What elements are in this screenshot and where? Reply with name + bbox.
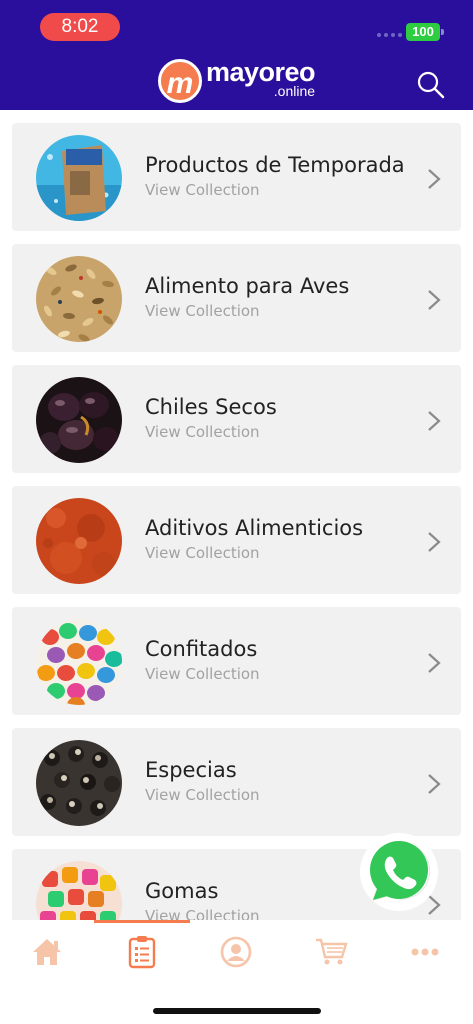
candy-coated-chocolates-image [36,619,122,705]
collection-title: Gomas [145,879,219,903]
chevron-right-icon [428,290,441,310]
collection-title: Aditivos Alimenticios [145,516,364,540]
tab-collections[interactable] [122,934,162,970]
view-collection-link[interactable]: View Collection [145,544,260,562]
logo-mark: m [158,59,202,103]
collection-title: Alimento para Aves [145,274,350,298]
gummy-candies-image [36,861,122,920]
collection-card-confitados[interactable]: Confitados View Collection [12,607,461,715]
collection-title: Chiles Secos [145,395,277,419]
collection-list[interactable]: Productos de Temporada View Collection A… [0,110,473,920]
collection-title: Productos de Temporada [145,153,405,177]
view-collection-link[interactable]: View Collection [145,665,260,683]
brand-logo[interactable]: m mayoreo .online [158,57,316,104]
chevron-right-icon [428,653,441,673]
collection-card-aditivos-alimenticios[interactable]: Aditivos Alimenticios View Collection [12,486,461,594]
logo-word: mayoreo [206,57,316,87]
seasonal-product-image [36,135,122,221]
view-collection-link[interactable]: View Collection [145,181,260,199]
spices-image [36,740,122,826]
home-icon [33,939,61,965]
collection-card-productos-de-temporada[interactable]: Productos de Temporada View Collection [12,123,461,231]
tab-cart[interactable] [311,934,351,970]
dried-chiles-image [36,377,122,463]
app-header: 8:02 100 m mayoreo .online [0,0,473,110]
search-icon[interactable] [416,70,446,100]
collection-card-chiles-secos[interactable]: Chiles Secos View Collection [12,365,461,473]
chevron-right-icon [428,411,441,431]
tab-more[interactable] [405,934,445,970]
user-icon [220,936,252,968]
tab-account[interactable] [216,934,256,970]
clipboard-list-icon [128,936,156,969]
chevron-right-icon [428,532,441,552]
view-collection-link[interactable]: View Collection [145,423,260,441]
more-dots-icon [411,948,439,956]
bird-seed-image [36,256,122,342]
tab-home[interactable] [27,934,67,970]
view-collection-link[interactable]: View Collection [145,302,260,320]
collection-title: Confitados [145,637,258,661]
collection-card-especias[interactable]: Especias View Collection [12,728,461,836]
battery-icon: 100 [406,23,444,41]
view-collection-link[interactable]: View Collection [145,786,260,804]
chevron-right-icon [428,774,441,794]
active-tab-indicator [94,920,190,923]
status-time: 8:02 [40,13,120,41]
whatsapp-icon[interactable] [359,832,439,912]
collection-title: Especias [145,758,237,782]
cart-icon [316,938,348,965]
red-powder-image [36,498,122,584]
chevron-right-icon [428,169,441,189]
signal-icon [377,33,402,37]
view-collection-link[interactable]: View Collection [145,907,260,920]
home-indicator [153,1008,321,1014]
collection-card-alimento-para-aves[interactable]: Alimento para Aves View Collection [12,244,461,352]
